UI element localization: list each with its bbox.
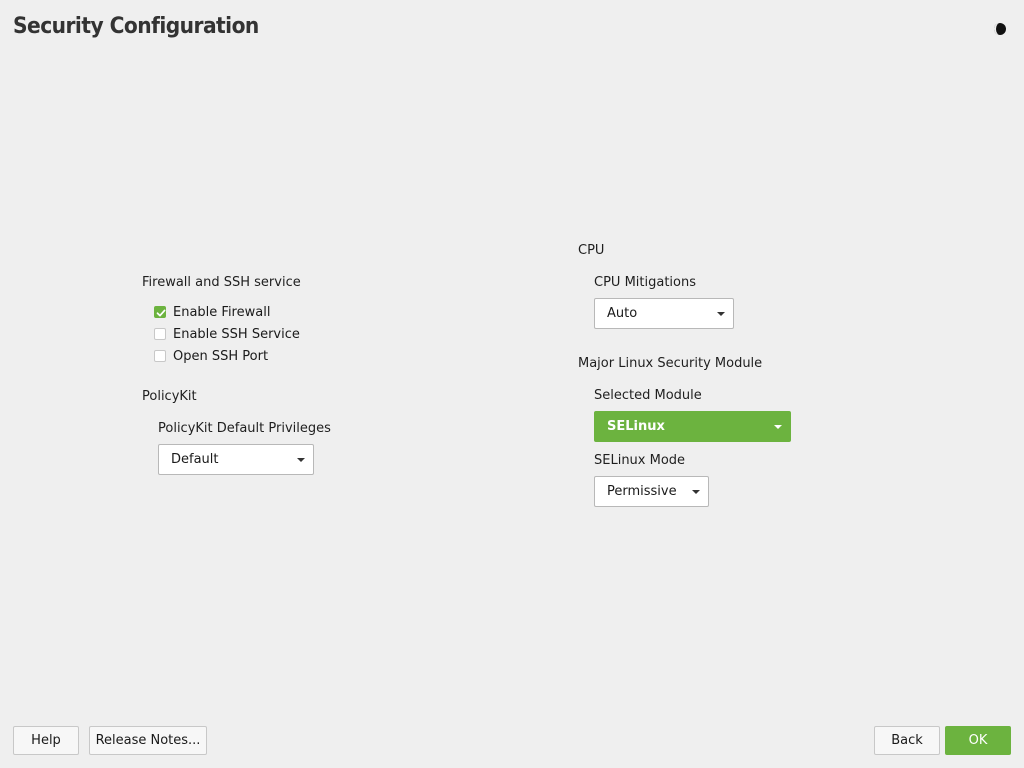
checkbox-unchecked-icon[interactable]: [154, 350, 166, 362]
policykit-privileges-dropdown[interactable]: Default: [158, 444, 314, 475]
cpu-section-label: CPU: [578, 243, 605, 258]
selinux-mode-dropdown[interactable]: Permissive: [594, 476, 709, 507]
dropdown-arrow-icon: [297, 458, 305, 462]
selinux-mode-label: SELinux Mode: [594, 453, 686, 468]
open-ssh-port-checkbox[interactable]: Open SSH Port: [154, 347, 268, 365]
help-button[interactable]: Help: [13, 726, 79, 755]
dropdown-arrow-icon: [774, 425, 782, 429]
policykit-section-label: PolicyKit: [142, 389, 197, 404]
checkbox-checked-icon[interactable]: [154, 306, 166, 318]
selected-module-dropdown[interactable]: SELinux: [594, 411, 791, 442]
dropdown-arrow-icon: [717, 312, 725, 316]
firewall-section-label: Firewall and SSH service: [142, 275, 301, 290]
enable-ssh-service-label[interactable]: Enable SSH Service: [173, 327, 300, 342]
enable-firewall-label[interactable]: Enable Firewall: [173, 305, 270, 320]
theme-toggle-icon[interactable]: [993, 22, 1007, 36]
selinux-mode-value: Permissive: [607, 484, 677, 499]
ok-button[interactable]: OK: [945, 726, 1011, 755]
page-title: Security Configuration: [13, 14, 259, 39]
cpu-mitigations-value: Auto: [607, 306, 638, 321]
cpu-mitigations-dropdown[interactable]: Auto: [594, 298, 734, 329]
open-ssh-port-label[interactable]: Open SSH Port: [173, 349, 268, 364]
policykit-privileges-value: Default: [171, 452, 219, 467]
release-notes-button[interactable]: Release Notes...: [89, 726, 207, 755]
enable-firewall-checkbox[interactable]: Enable Firewall: [154, 303, 270, 321]
selected-module-label: Selected Module: [594, 388, 702, 403]
dropdown-arrow-icon: [692, 490, 700, 494]
selected-module-value: SELinux: [607, 419, 665, 434]
enable-ssh-service-checkbox[interactable]: Enable SSH Service: [154, 325, 300, 343]
security-configuration-dialog: Security Configuration Firewall and SSH …: [0, 0, 1024, 768]
cpu-mitigations-label: CPU Mitigations: [594, 275, 696, 290]
policykit-privileges-label: PolicyKit Default Privileges: [158, 421, 331, 436]
back-button[interactable]: Back: [874, 726, 940, 755]
lsm-section-label: Major Linux Security Module: [578, 356, 763, 371]
checkbox-unchecked-icon[interactable]: [154, 328, 166, 340]
